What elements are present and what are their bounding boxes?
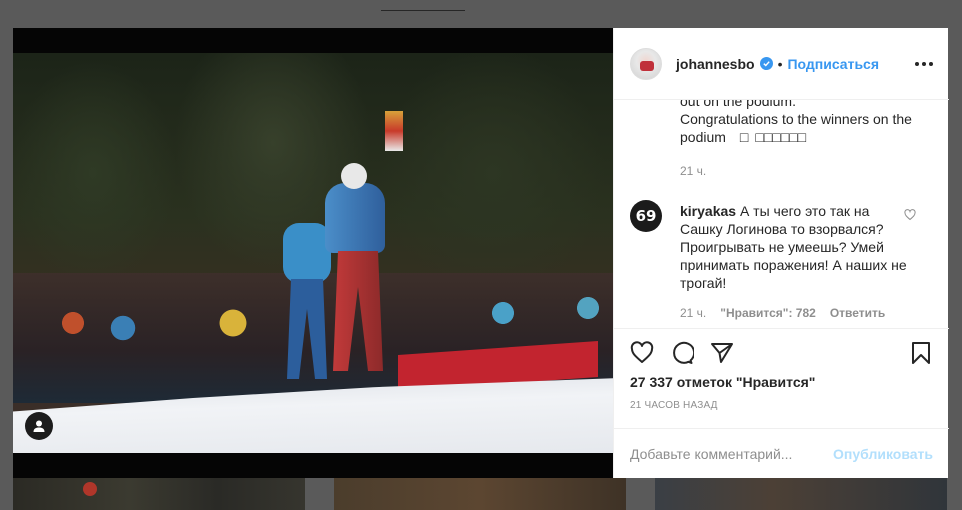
background-thumbnail[interactable]	[13, 478, 305, 510]
post-header: johannesbo • Подписаться	[614, 28, 949, 100]
follow-button[interactable]: Подписаться	[787, 56, 879, 72]
save-button[interactable]	[901, 333, 941, 373]
post-media	[13, 28, 613, 478]
photo-flag	[385, 111, 403, 151]
comment-icon	[673, 341, 694, 364]
verified-icon	[759, 57, 773, 70]
background-thumbnail[interactable]	[655, 478, 947, 510]
add-comment-bar: Опубликовать	[614, 428, 949, 478]
user-tag-button[interactable]	[25, 412, 53, 440]
heart-icon	[630, 340, 654, 363]
commenter-username[interactable]: kiryakas	[680, 203, 736, 219]
athlete-legs	[333, 251, 383, 371]
save-icon	[912, 341, 930, 364]
athlete-head	[341, 163, 367, 189]
comment-body: kiryakas А ты чего это так на Сашку Логи…	[680, 202, 910, 292]
likes-count[interactable]: 27 337 отметок "Нравится"	[630, 374, 815, 390]
reply-button[interactable]: Ответить	[830, 306, 885, 320]
comment-time[interactable]: 21 ч.	[680, 306, 706, 320]
post-side-panel: johannesbo • Подписаться out on the podi…	[613, 28, 949, 478]
caption-text: out on the podium. Congratulations to th…	[680, 100, 912, 145]
caption-time[interactable]: 21 ч.	[680, 164, 706, 178]
post-actions	[614, 328, 949, 376]
comment-likes[interactable]: "Нравится": 782	[720, 306, 816, 320]
background-nav-divider	[381, 10, 465, 11]
comment-input[interactable]	[630, 445, 834, 462]
commenter-avatar[interactable]: 69	[630, 200, 662, 232]
user-tag-icon	[33, 420, 45, 432]
photo-athlete-foreground	[303, 163, 403, 393]
comment-button[interactable]	[662, 333, 702, 373]
like-button[interactable]	[622, 333, 662, 373]
thumbnail-detail	[83, 482, 97, 496]
post-modal: johannesbo • Подписаться out on the podi…	[13, 28, 949, 478]
background-thumbnail[interactable]	[334, 478, 626, 510]
share-icon	[711, 342, 733, 363]
comments-list[interactable]: out on the podium. Congratulations to th…	[614, 100, 949, 328]
post-photo[interactable]	[13, 53, 613, 453]
comment-meta: 21 ч. "Нравится": 782 Ответить	[680, 306, 885, 320]
athlete-torso	[325, 183, 385, 253]
posted-time[interactable]: 21 ЧАСОВ НАЗАД	[630, 400, 718, 411]
share-button[interactable]	[702, 333, 742, 373]
author-username[interactable]: johannesbo	[676, 56, 755, 72]
more-icon[interactable]	[915, 56, 933, 72]
publish-button[interactable]: Опубликовать	[833, 446, 933, 462]
header-separator: •	[777, 55, 783, 72]
comment-heart-icon[interactable]	[904, 208, 916, 226]
author-avatar[interactable]	[630, 47, 662, 80]
